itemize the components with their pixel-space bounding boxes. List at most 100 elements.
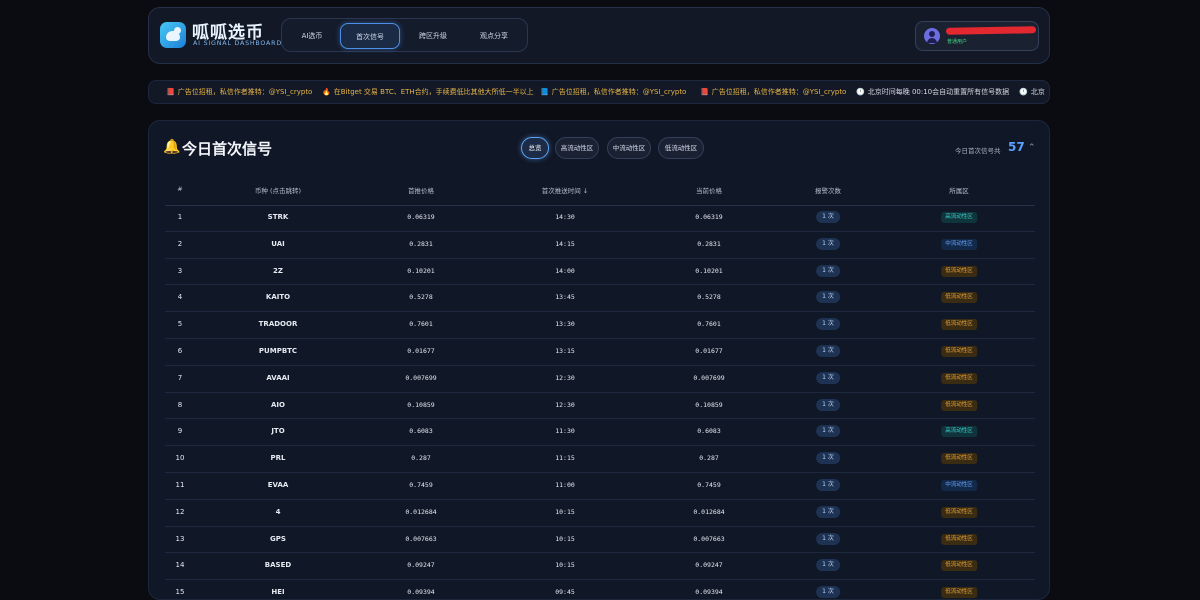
first-time: 10:15 [555,507,575,516]
zone-badge: 低流动性区 [941,265,977,277]
col-index: # [177,185,183,193]
coin-link[interactable]: AIO [271,401,285,409]
coin-link[interactable]: JTO [271,427,284,435]
coin-link[interactable]: STRK [268,213,289,221]
filter-low-liquidity[interactable]: 低流动性区 [658,137,704,159]
first-price: 0.007699 [405,373,437,382]
first-time: 10:15 [555,561,575,570]
zone-badge: 中流动性区 [941,238,977,250]
bell-icon: 🔔 [163,139,181,155]
current-price: 0.09394 [695,588,723,597]
current-price: 0.2831 [697,239,721,248]
main-nav: AI选币 首次信号 跨区升级 观点分享 [281,18,528,52]
coin-link[interactable]: AVAAI [266,374,289,382]
announcement-ticker: 📕 广告位招租，私信作者推特：@YSI_crypto 🔥 在Bitget 交易 BT… [148,80,1050,104]
table-row[interactable]: 6 PUMPBTC 0.01677 13:15 0.01677 1 次 低流动性区 [165,339,1035,366]
table-row[interactable]: 12 4 0.012684 10:15 0.012684 1 次 低流动性区 [165,500,1035,527]
zone-badge: 低流动性区 [941,560,977,572]
table-row[interactable]: 13 GPS 0.007663 10:15 0.007663 1 次 低流动性区 [165,527,1035,554]
filter-high-liquidity[interactable]: 高流动性区 [555,137,599,159]
zone-badge: 低流动性区 [941,345,977,357]
row-index: 12 [175,507,185,516]
alert-count-badge: 1 次 [816,398,840,411]
table-row[interactable]: 3 2Z 0.10201 14:00 0.10201 1 次 低流动性区 [165,259,1035,286]
current-price: 0.287 [699,454,719,463]
table-row[interactable]: 8 AIO 0.10859 12:30 0.10859 1 次 低流动性区 [165,393,1035,420]
row-index: 8 [177,400,183,409]
signal-count-value: 57 [1008,140,1025,154]
first-price: 0.7459 [409,480,433,489]
book-blue-icon: 📘 [540,88,549,96]
row-index: 13 [175,534,185,543]
coin-link[interactable]: KAITO [266,293,290,301]
ticker-item[interactable]: 🕛 北京 [1019,87,1045,97]
first-price: 0.5278 [409,293,433,302]
table-row[interactable]: 14 BASED 0.09247 10:15 0.09247 1 次 低流动性区 [165,553,1035,581]
coin-link[interactable]: HEI [271,588,284,596]
coin-link[interactable]: UAI [271,240,285,248]
row-index: 6 [177,346,183,355]
current-price: 0.09247 [695,561,723,570]
clock-icon: 🕛 [1019,88,1028,96]
table-row[interactable]: 1 STRK 0.06319 14:30 0.06319 1 次 高流动性区 [165,205,1035,232]
tab-cross-zone[interactable]: 跨区升级 [405,23,461,49]
coin-link[interactable]: PRL [271,454,286,462]
current-price: 0.007699 [693,373,725,382]
zone-badge: 低流动性区 [941,506,977,518]
table-row[interactable]: 11 EVAA 0.7459 11:00 0.7459 1 次 中流动性区 [165,473,1035,500]
current-price: 0.012684 [693,507,725,516]
first-time: 14:15 [555,239,575,248]
ticker-item[interactable]: 📘 广告位招租，私信作者推特：@YSI_crypto [540,87,686,97]
alert-count-badge: 1 次 [816,371,840,384]
tab-first-signal[interactable]: 首次信号 [340,23,400,49]
filter-mid-liquidity[interactable]: 中流动性区 [607,137,651,159]
row-index: 15 [175,588,185,597]
filter-all[interactable]: 总览 [521,137,549,159]
tab-ai-pick[interactable]: AI选币 [288,23,336,49]
col-current-price: 当前价格 [696,187,722,195]
current-price: 0.5278 [697,293,721,302]
ticker-item[interactable]: 🔥 在Bitget 交易 BTC、ETH合约，手续费低比其他大所低一半以上 [322,87,534,97]
current-price: 0.10201 [695,266,723,275]
tab-opinions[interactable]: 观点分享 [466,23,522,49]
row-index: 2 [177,239,183,248]
alert-count-badge: 1 次 [816,532,840,545]
alert-count-badge: 1 次 [816,211,840,223]
first-price: 0.2831 [409,239,433,248]
coin-link[interactable]: BASED [265,561,291,569]
table-row[interactable]: 9 JTO 0.6083 11:30 0.6083 1 次 高流动性区 [165,419,1035,447]
zone-badge: 低流动性区 [941,399,977,411]
table-row[interactable]: 15 HEI 0.09394 09:45 0.09394 1 次 低流动性区 [165,580,1035,599]
ticker-item[interactable]: 📕 广告位招租，私信作者推特：@YSI_crypto [166,87,312,97]
first-time: 12:30 [555,400,575,409]
user-menu[interactable]: 普通用户 [915,21,1039,51]
zone-badge: 高流动性区 [941,426,977,438]
table-row[interactable]: 10 PRL 0.287 11:15 0.287 1 次 低流动性区 [165,446,1035,473]
coin-link[interactable]: 2Z [273,267,283,275]
table-row[interactable]: 4 KAITO 0.5278 13:45 0.5278 1 次 低流动性区 [165,285,1035,313]
fire-icon: 🔥 [322,88,331,96]
coin-link[interactable]: EVAA [268,481,289,489]
first-time: 11:15 [555,454,575,463]
col-first-time[interactable]: 首次推送时间 ↓ [542,185,589,195]
ticker-item[interactable]: 🕛 北京时间每晚 00:10会自动重置所有信号数据 [856,87,1009,97]
first-time: 12:30 [555,373,575,382]
zone-badge: 低流动性区 [941,319,977,331]
coin-link[interactable]: GPS [270,535,286,543]
first-time: 13:30 [555,320,575,329]
ticker-item[interactable]: 📕 广告位招租，私信作者推特：@YSI_crypto [700,87,846,97]
table-body: 1 STRK 0.06319 14:30 0.06319 1 次高流动性区 2 UAI 0.28… [165,205,1035,599]
row-index: 4 [177,293,183,302]
row-index: 10 [175,454,185,463]
table-row[interactable]: 5 TRADOOR 0.7601 13:30 0.7601 1 次 低流动性区 [165,312,1035,339]
first-time: 11:00 [555,480,575,489]
current-price: 0.01677 [695,346,723,355]
coin-link[interactable]: PUMPBTC [259,347,297,355]
table-row[interactable]: 7 AVAAI 0.007699 12:30 0.007699 1 次 低流动性区 [165,366,1035,393]
book-red-icon: 📕 [700,88,709,96]
row-index: 5 [177,320,183,329]
table-row[interactable]: 2 UAI 0.2831 14:15 0.2831 1 次 中流动性区 [165,232,1035,259]
coin-link[interactable]: 4 [276,508,281,516]
collapse-icon[interactable]: ⌃ [1028,143,1036,153]
coin-link[interactable]: TRADOOR [259,320,298,328]
